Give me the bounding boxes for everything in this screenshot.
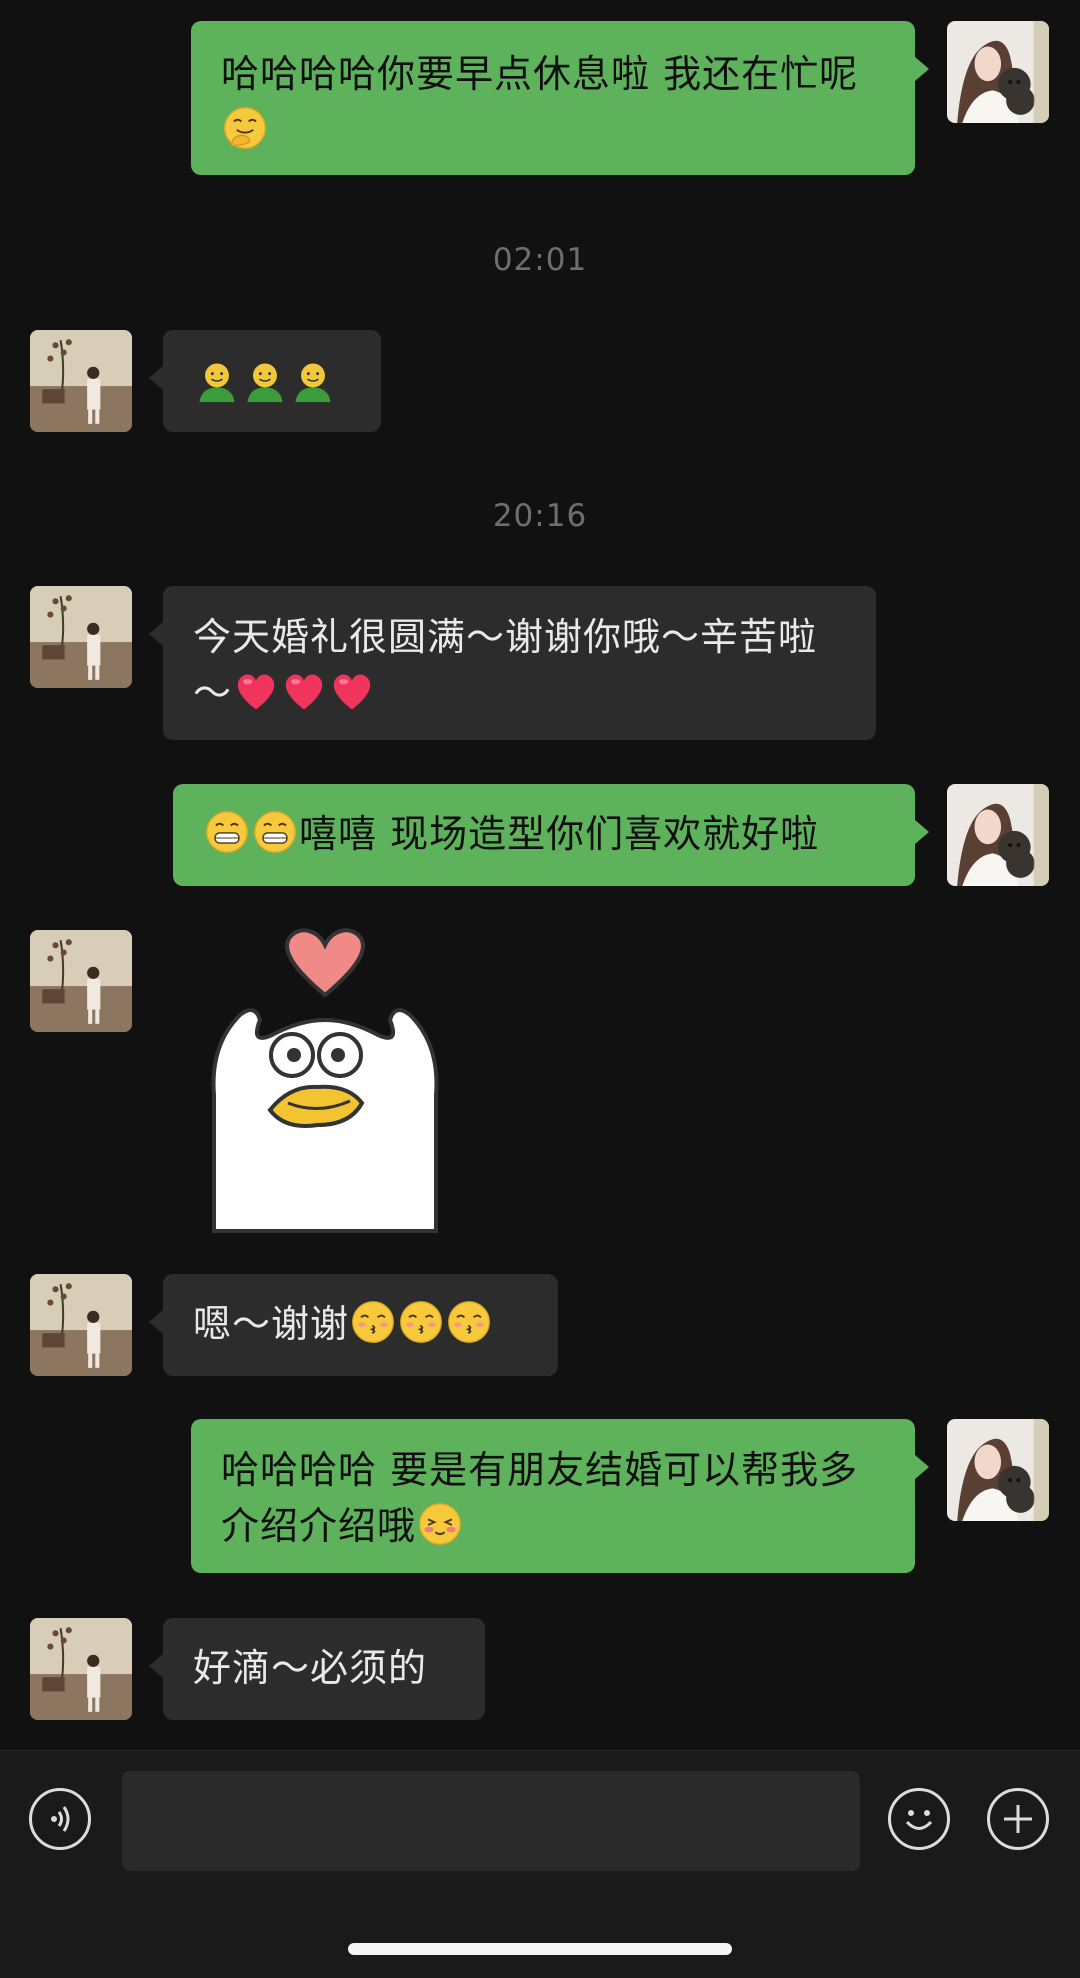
my-message-bubble[interactable]: 哈哈哈哈 要是有朋友结婚可以帮我多介绍介绍哦 [191, 1419, 929, 1573]
their-message-bubble[interactable]: 今天婚礼很圆满～谢谢你哦～辛苦啦～ [149, 586, 876, 740]
their-message-bubble[interactable]: 好滴～必须的 [149, 1618, 485, 1720]
contact-avatar[interactable] [30, 930, 132, 1032]
kiss-emoji-icon [350, 1299, 396, 1345]
home-indicator[interactable] [348, 1943, 732, 1955]
kiss-emoji-icon [446, 1299, 492, 1345]
heart-emoji-icon [233, 668, 279, 714]
my-avatar[interactable] [947, 784, 1049, 886]
message-text: 哈哈哈哈 要是有朋友结婚可以帮我多介绍介绍哦 [221, 1448, 859, 1548]
my-message-bubble[interactable]: 嘻嘻 现场造型你们喜欢就好啦 [173, 784, 929, 886]
grin-emoji-icon [252, 809, 298, 855]
grinning-person-emoji-icon [290, 358, 336, 404]
duck-heart-sticker[interactable] [200, 925, 450, 1235]
emoji-icon [905, 1810, 933, 1830]
grinning-person-emoji-icon [194, 358, 240, 404]
timestamp: 20:16 [492, 498, 588, 534]
message-text: 哈哈哈哈你要早点休息啦 我还在忙呢 [221, 52, 859, 96]
timestamp: 02:01 [492, 242, 588, 278]
kiss-emoji-icon [398, 1299, 444, 1345]
plus-button[interactable] [987, 1788, 1049, 1850]
shy-emoji-icon [417, 1501, 463, 1547]
contact-avatar[interactable] [30, 1618, 132, 1720]
their-message-bubble[interactable]: 嗯～谢谢 [149, 1274, 558, 1376]
emoji-button[interactable] [888, 1788, 950, 1850]
grin-emoji-icon [204, 809, 250, 855]
contact-avatar[interactable] [30, 1274, 132, 1376]
my-avatar[interactable] [947, 1419, 1049, 1521]
contact-avatar[interactable] [30, 330, 132, 432]
voice-button[interactable] [29, 1788, 91, 1850]
contact-avatar[interactable] [30, 586, 132, 688]
my-avatar[interactable] [947, 21, 1049, 123]
heart-emoji-icon [281, 668, 327, 714]
message-text: 嘻嘻 现场造型你们喜欢就好啦 [299, 812, 820, 856]
smirk-hand-emoji-icon [222, 105, 268, 151]
voice-icon [51, 1806, 70, 1832]
plus-icon [1004, 1805, 1032, 1833]
message-text: 好滴～必须的 [193, 1646, 428, 1690]
message-text: 嗯～谢谢 [193, 1302, 350, 1346]
heart-emoji-icon [329, 668, 375, 714]
message-input[interactable] [122, 1771, 860, 1871]
my-message-bubble[interactable]: 哈哈哈哈你要早点休息啦 我还在忙呢 [191, 21, 929, 175]
their-message-bubble[interactable] [149, 330, 381, 432]
grinning-person-emoji-icon [242, 358, 288, 404]
